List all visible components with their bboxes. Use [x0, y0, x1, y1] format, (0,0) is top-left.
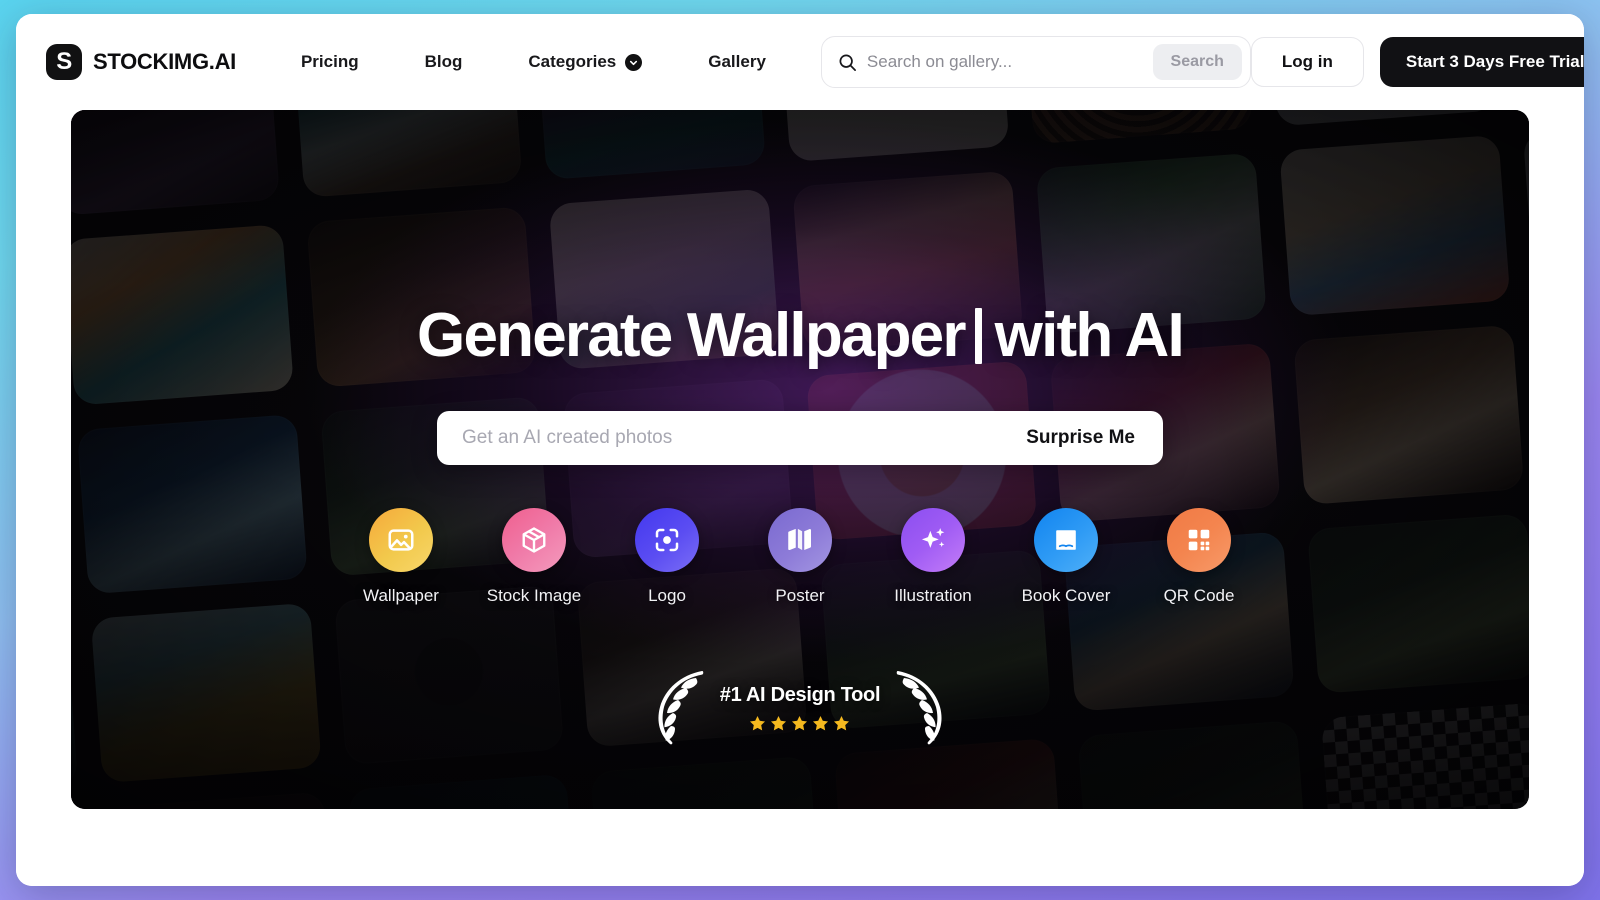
site-header: S STOCKIMG.AI Pricing Blog Categories Ga…	[16, 14, 1584, 110]
award-center: #1 AI Design Tool	[714, 684, 886, 733]
category-label: Stock Image	[486, 586, 582, 606]
hero-section: Generate Wallpaper with AI Surprise Me	[71, 110, 1529, 809]
star-icon	[792, 715, 808, 730]
category-label: Poster	[775, 586, 825, 606]
search-icon	[838, 53, 857, 72]
book-icon	[1034, 508, 1098, 573]
category-label: Wallpaper	[363, 586, 439, 606]
prompt-bar[interactable]: Surprise Me	[437, 411, 1163, 466]
star-icon	[771, 715, 787, 730]
surprise-me-button[interactable]: Surprise Me	[1012, 423, 1135, 453]
page-card: S STOCKIMG.AI Pricing Blog Categories Ga…	[16, 14, 1584, 886]
hero-headline-prefix: Generate Wallpaper	[417, 301, 966, 370]
hero-headline: Generate Wallpaper with AI	[417, 301, 1185, 370]
typing-caret-icon	[974, 307, 982, 364]
prompt-input[interactable]	[462, 427, 1013, 450]
sparkle-icon	[901, 508, 965, 573]
category-shortcuts: Wallpaper Stock Image Logo Poster Illust…	[335, 508, 1266, 606]
box-icon	[502, 508, 566, 573]
main-navigation: Pricing Blog Categories Gallery	[268, 42, 799, 82]
category-book-cover[interactable]: Book Cover	[1000, 508, 1133, 606]
category-label: Illustration	[894, 586, 972, 606]
category-illustration[interactable]: Illustration	[867, 508, 1000, 606]
gallery-search-bar[interactable]: Search	[820, 36, 1251, 88]
start-free-trial-button[interactable]: Start 3 Days Free Trial	[1379, 37, 1584, 87]
category-logo[interactable]: Logo	[601, 508, 734, 606]
category-label: QR Code	[1163, 586, 1235, 606]
brand-mark-icon: S	[46, 44, 82, 80]
category-wallpaper[interactable]: Wallpaper	[335, 508, 468, 606]
login-button[interactable]: Log in	[1250, 37, 1364, 87]
star-icon	[813, 715, 829, 730]
nav-item-gallery[interactable]: Gallery	[675, 42, 799, 82]
chevron-down-icon	[625, 53, 643, 71]
laurel-left-icon	[658, 671, 704, 745]
category-stock-image[interactable]: Stock Image	[468, 508, 601, 606]
category-label: Logo	[648, 586, 686, 606]
map-icon	[768, 508, 832, 573]
nav-item-categories[interactable]: Categories	[495, 42, 675, 82]
header-actions: Log in Start 3 Days Free Trial	[1250, 37, 1584, 87]
category-qr-code[interactable]: QR Code	[1133, 508, 1266, 606]
award-stars	[748, 714, 851, 733]
image-icon	[369, 508, 433, 573]
award-badge: #1 AI Design Tool	[648, 666, 952, 750]
category-poster[interactable]: Poster	[734, 508, 867, 606]
star-icon	[750, 715, 766, 730]
brand-name: STOCKIMG.AI	[93, 49, 236, 74]
category-label: Book Cover	[1021, 586, 1111, 606]
hero-headline-suffix: with AI	[994, 301, 1185, 370]
search-button[interactable]: Search	[1152, 44, 1242, 80]
nav-item-label: Categories	[528, 52, 617, 71]
brand-logo[interactable]: S STOCKIMG.AI	[46, 44, 236, 80]
nav-item-blog[interactable]: Blog	[392, 42, 496, 82]
qr-code-icon	[1167, 508, 1231, 573]
nav-item-label: Blog	[424, 52, 463, 71]
laurel-right-icon	[896, 671, 942, 745]
nav-item-label: Pricing	[300, 52, 359, 71]
nav-item-label: Gallery	[708, 52, 766, 71]
nav-item-pricing[interactable]: Pricing	[268, 42, 392, 82]
page-body-below-hero	[16, 809, 1584, 886]
brand-mark-letter: S	[56, 48, 72, 75]
star-icon	[834, 715, 850, 730]
award-text: #1 AI Design Tool	[719, 683, 881, 706]
focus-icon	[635, 508, 699, 573]
hero-content: Generate Wallpaper with AI Surprise Me	[71, 110, 1529, 809]
search-input[interactable]	[856, 52, 1153, 72]
